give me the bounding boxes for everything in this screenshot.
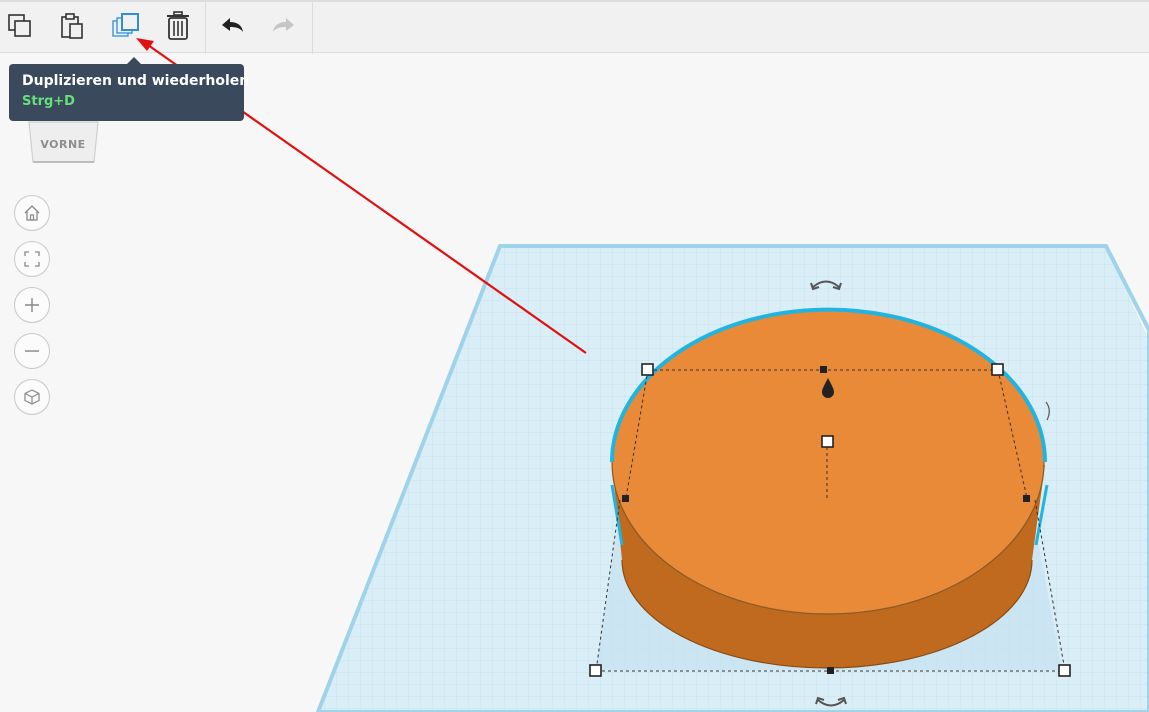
corner-handle-bottom-right[interactable]: [1058, 664, 1071, 677]
perspective-button[interactable]: [14, 379, 50, 415]
edge-handle-left[interactable]: [622, 495, 629, 502]
tooltip-shortcut: Strg+D: [22, 94, 75, 109]
cylinder-shape[interactable]: [610, 307, 1049, 669]
edge-handle-top[interactable]: [820, 366, 827, 373]
edge-handle-right[interactable]: [1023, 495, 1030, 502]
minus-icon: [25, 350, 39, 352]
height-handle[interactable]: [821, 435, 834, 448]
tooltip-title: Duplizieren und wiederholen: [22, 73, 250, 89]
home-view-button[interactable]: [14, 195, 50, 231]
zoom-in-button[interactable]: [14, 287, 50, 323]
fit-frame-icon: [24, 251, 40, 267]
tooltip: Duplizieren und wiederholen Strg+D: [9, 57, 250, 121]
view-cube-face-label[interactable]: VORNE: [28, 138, 98, 151]
cube-icon: [24, 389, 40, 405]
home-icon: [24, 205, 40, 221]
plus-icon: [25, 298, 39, 312]
edge-handle-bottom[interactable]: [827, 667, 834, 674]
corner-handle-bottom-left[interactable]: [589, 664, 602, 677]
corner-handle-top-left[interactable]: [641, 363, 654, 376]
fit-all-button[interactable]: [14, 241, 50, 277]
corner-handle-top-right[interactable]: [991, 363, 1004, 376]
zoom-out-button[interactable]: [14, 333, 50, 369]
